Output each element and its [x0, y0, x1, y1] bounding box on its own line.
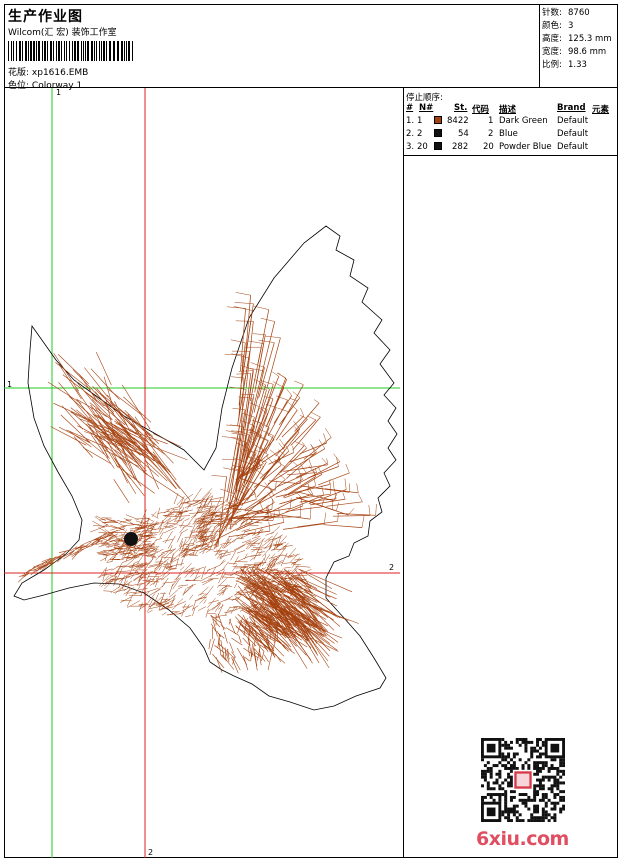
axis-label-h2: 2 — [389, 563, 394, 572]
stop-sequence-title: 停止顺序: — [406, 91, 443, 103]
col-header-n: N# — [419, 103, 433, 113]
bird-eye — [124, 532, 138, 546]
company-name: Wilcom(汇 宏) 装饰工作室 — [8, 25, 117, 38]
axis-label-v2: 2 — [148, 848, 153, 857]
col-header-element: 元素 — [592, 103, 609, 115]
stat-height: 高度:125.3 mm — [542, 32, 612, 44]
stats-panel: 针数:8760 颜色:3 高度:125.3 mm 宽度:98.6 mm 比例:1… — [540, 4, 618, 88]
stat-stitches: 针数:8760 — [542, 6, 590, 18]
design-label: 花版: — [8, 68, 29, 78]
axis-label-h1: 1 — [7, 380, 12, 389]
col-header-st: St. — [454, 103, 467, 113]
design-value: xp1616.EMB — [32, 68, 88, 78]
stat-scale: 比例:1.33 — [542, 58, 587, 70]
color-swatch — [434, 116, 442, 124]
bird-embroidery-design — [4, 88, 404, 858]
cut-outline — [14, 226, 397, 710]
stitch-fill — [18, 292, 376, 673]
axis-label-v1: 1 — [56, 88, 61, 97]
col-header-brand: Brand — [557, 103, 586, 113]
col-header-code: 代码 — [472, 103, 489, 115]
stat-width: 宽度:98.6 mm — [542, 45, 606, 57]
header-info: 生产作业图 Wilcom(汇 宏) 装饰工作室 花版: xp1616.EMB 色… — [4, 4, 540, 88]
page-title: 生产作业图 — [8, 6, 83, 26]
color-swatch — [434, 142, 442, 150]
col-header-hash: # — [406, 103, 413, 113]
design-file: 花版: xp1616.EMB — [8, 65, 88, 78]
stop-sequence-table: 停止顺序: # N# St. 代码 描述 Brand 元素 1. 1 8422 … — [404, 88, 618, 156]
embroidery-preview: 1 1 2 2 — [4, 88, 404, 858]
color-swatch — [434, 129, 442, 137]
barcode-icon — [8, 41, 134, 61]
watermark: 6xiu.com — [476, 828, 569, 850]
stat-colors: 颜色:3 — [542, 19, 573, 31]
qr-code-icon — [481, 738, 565, 822]
col-header-desc: 描述 — [499, 103, 516, 115]
